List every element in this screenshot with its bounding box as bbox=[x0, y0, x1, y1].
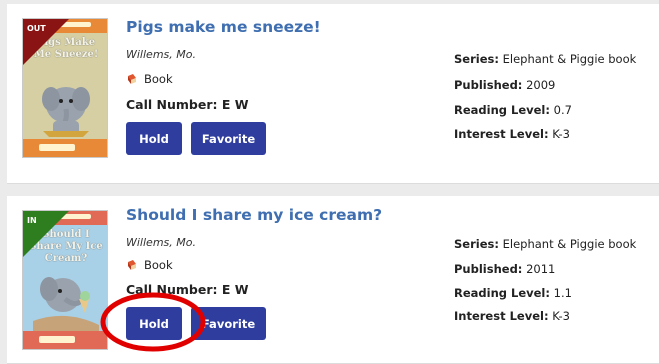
favorite-button[interactable]: Favorite bbox=[191, 122, 266, 155]
elephant-illustration bbox=[33, 277, 99, 331]
format-row: Book bbox=[126, 72, 173, 86]
format-label: Book bbox=[144, 258, 173, 272]
interest-level-label: Interest Level: bbox=[454, 309, 549, 323]
call-number: Call Number: E W bbox=[126, 282, 249, 297]
hold-button[interactable]: Hold bbox=[126, 122, 182, 155]
author-text: Willems, Mo. bbox=[126, 236, 196, 249]
published-label: Published: bbox=[454, 262, 523, 276]
series-value: Elephant & Piggie book bbox=[502, 237, 637, 251]
reading-level-info: Reading Level: 0.7 bbox=[454, 103, 572, 117]
published-info: Published: 2009 bbox=[454, 78, 555, 92]
published-info: Published: 2011 bbox=[454, 262, 555, 276]
result-title-link[interactable]: Pigs make me sneeze! bbox=[126, 18, 321, 36]
result-card: Should I Share My Ice Cream? IN Should I… bbox=[7, 196, 659, 364]
result-title-link[interactable]: Should I share my ice cream? bbox=[126, 206, 382, 224]
format-label: Book bbox=[144, 72, 173, 86]
book-icon bbox=[128, 74, 136, 84]
interest-level-label: Interest Level: bbox=[454, 127, 549, 141]
status-badge: OUT bbox=[27, 24, 46, 33]
call-number: Call Number: E W bbox=[126, 97, 249, 112]
favorite-button[interactable]: Favorite bbox=[191, 307, 266, 340]
reading-level-value: 1.1 bbox=[553, 286, 572, 300]
cover-author-band bbox=[23, 139, 107, 157]
cover-author-band bbox=[23, 331, 107, 349]
status-badge: IN bbox=[27, 216, 37, 225]
reading-level-label: Reading Level: bbox=[454, 286, 550, 300]
interest-level-info: Interest Level: K-3 bbox=[454, 309, 570, 323]
published-value: 2009 bbox=[526, 78, 556, 92]
reading-level-value: 0.7 bbox=[553, 103, 572, 117]
elephant-illustration bbox=[42, 87, 90, 137]
reading-level-label: Reading Level: bbox=[454, 103, 550, 117]
result-card: Pigs Make Me Sneeze! OUT Pigs make me sn… bbox=[7, 4, 659, 184]
hold-button[interactable]: Hold bbox=[126, 307, 182, 340]
format-row: Book bbox=[126, 258, 173, 272]
series-label: Series: bbox=[454, 52, 499, 66]
series-value: Elephant & Piggie book bbox=[502, 52, 637, 66]
series-info: Series: Elephant & Piggie book bbox=[454, 237, 636, 251]
published-label: Published: bbox=[454, 78, 523, 92]
interest-level-info: Interest Level: K-3 bbox=[454, 127, 570, 141]
book-cover[interactable]: Pigs Make Me Sneeze! OUT bbox=[22, 18, 108, 158]
series-label: Series: bbox=[454, 237, 499, 251]
book-icon bbox=[128, 260, 136, 270]
reading-level-info: Reading Level: 1.1 bbox=[454, 286, 572, 300]
interest-level-value: K-3 bbox=[552, 127, 571, 141]
published-value: 2011 bbox=[526, 262, 556, 276]
series-info: Series: Elephant & Piggie book bbox=[454, 52, 636, 66]
book-cover[interactable]: Should I Share My Ice Cream? IN bbox=[22, 210, 108, 350]
interest-level-value: K-3 bbox=[552, 309, 571, 323]
author-text: Willems, Mo. bbox=[126, 48, 196, 61]
